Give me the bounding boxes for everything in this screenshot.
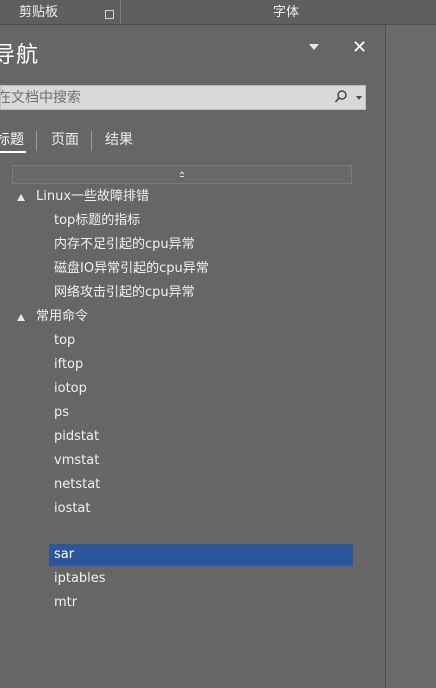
tree-item[interactable]: 磁盘IO异常引起的cpu异常 <box>49 258 353 280</box>
search-options-icon[interactable] <box>356 96 362 100</box>
clipboard-group-label: 剪贴板 <box>19 5 59 20</box>
collapse-all-bar[interactable] <box>12 165 352 184</box>
tab-separator <box>36 131 37 151</box>
chevron-down-icon[interactable] <box>309 44 319 50</box>
tree-item[interactable]: netstat <box>49 474 353 496</box>
document-area[interactable] <box>386 25 436 688</box>
search-input[interactable] <box>1 86 326 109</box>
expand-triangle-icon[interactable] <box>17 194 25 201</box>
search-box[interactable] <box>0 85 366 110</box>
tree-item[interactable]: iftop <box>49 354 353 376</box>
tab-pages[interactable]: 页面 <box>51 129 79 151</box>
tree-item[interactable]: mtr <box>49 592 353 614</box>
font-group-label: 字体 <box>273 5 300 20</box>
tree-item[interactable]: iptables <box>49 568 353 590</box>
tree-item[interactable]: iostat <box>49 498 353 520</box>
tab-results[interactable]: 结果 <box>105 129 133 151</box>
chevron-up-icon <box>179 171 185 177</box>
tree-item[interactable]: 网络攻击引起的cpu异常 <box>49 282 353 304</box>
tree-item[interactable]: vmstat <box>49 450 353 472</box>
tree-item[interactable]: 常用命令 <box>15 306 353 328</box>
tree-item[interactable]: top <box>49 330 353 352</box>
tree-item[interactable]: iotop <box>49 378 353 400</box>
tab-separator <box>91 131 92 151</box>
nav-pane-title: 导航 <box>0 43 40 68</box>
search-icon[interactable] <box>334 89 348 105</box>
clipboard-group: 剪贴板 <box>0 0 120 24</box>
expand-triangle-icon[interactable] <box>17 314 25 321</box>
tree-item-selected[interactable]: sar <box>49 544 353 566</box>
font-group: 字体 <box>121 0 436 24</box>
tree-item[interactable]: ps <box>49 402 353 424</box>
close-icon[interactable]: ✕ <box>352 37 367 58</box>
tree-item[interactable]: pidstat <box>49 426 353 448</box>
tree-item[interactable]: Linux一些故障排错 <box>15 186 353 208</box>
dialog-launcher-icon[interactable] <box>105 10 114 19</box>
ribbon-bar: 剪贴板 字体 <box>0 0 436 25</box>
navigation-pane: 导航 ✕ 标题 页面 结果 Linux一些故障排错 top标题的指标 内存不足引… <box>0 25 385 688</box>
tree-item[interactable]: top标题的指标 <box>49 210 353 232</box>
tab-headings[interactable]: 标题 <box>0 129 26 153</box>
tree-item[interactable]: 内存不足引起的cpu异常 <box>49 234 353 256</box>
